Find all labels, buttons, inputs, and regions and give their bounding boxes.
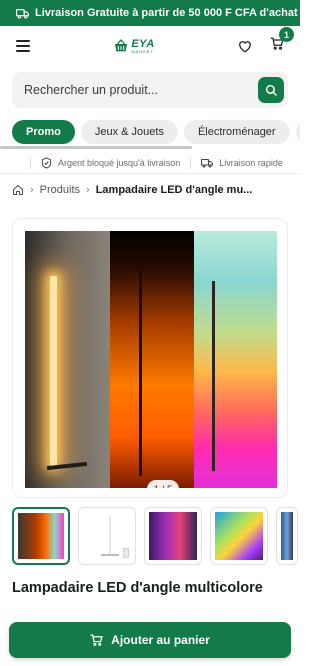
cart-icon bbox=[90, 634, 103, 646]
trust-item-escrow: Argent bloqué jusqu'à livraison bbox=[41, 157, 180, 169]
chevron-right-icon: › bbox=[86, 184, 90, 196]
category-chip-jeux-jouets[interactable]: Jeux & Jouets bbox=[80, 120, 178, 144]
lamp-bar bbox=[212, 281, 215, 471]
trust-escrow-label: Argent bloqué jusqu'à livraison bbox=[58, 158, 181, 168]
lamp-bar bbox=[50, 276, 57, 466]
logo-subtitle: MARKET bbox=[131, 48, 155, 54]
search-button[interactable] bbox=[258, 77, 284, 103]
add-to-cart-button[interactable]: Ajouter au panier bbox=[9, 622, 291, 658]
lamp-bar bbox=[139, 271, 142, 476]
truck-icon bbox=[201, 158, 214, 168]
add-to-cart-label: Ajouter au panier bbox=[111, 633, 210, 647]
search-input[interactable]: Rechercher un produit... bbox=[24, 83, 258, 97]
basket-logo-icon bbox=[115, 38, 128, 52]
chevron-right-icon: › bbox=[30, 184, 34, 196]
site-header: EYA MARKET 1 bbox=[0, 26, 300, 66]
breadcrumb-current: Lampadaire LED d'angle mu... bbox=[95, 184, 253, 196]
photo-panel-orange bbox=[110, 231, 194, 488]
divider bbox=[0, 173, 300, 174]
thumbnail-2[interactable] bbox=[78, 507, 136, 565]
thumbnail-5[interactable] bbox=[276, 507, 298, 565]
thumbnail-4[interactable] bbox=[210, 507, 268, 565]
trust-bar: Argent bloqué jusqu'à livraison Livraiso… bbox=[0, 154, 300, 172]
photo-panel-rainbow bbox=[194, 231, 277, 488]
promo-banner: Livraison Gratuite à partir de 50 000 F … bbox=[0, 0, 300, 26]
category-chips: Promo Jeux & Jouets Électroménager Vi bbox=[12, 120, 300, 146]
promo-text: Livraison Gratuite à partir de 50 000 F … bbox=[35, 7, 298, 19]
image-pager: 1 / 5 bbox=[147, 480, 179, 488]
shield-check-icon bbox=[41, 157, 52, 169]
sticky-cta-bar: Ajouter au panier bbox=[0, 610, 300, 666]
search-icon bbox=[265, 84, 277, 96]
product-gallery: 1 / 5 bbox=[12, 218, 288, 498]
cart-count-badge: 1 bbox=[279, 27, 294, 42]
menu-icon[interactable] bbox=[16, 40, 30, 52]
logo-name: EYA bbox=[131, 37, 155, 50]
thumbnail-3[interactable] bbox=[144, 507, 202, 565]
logo[interactable]: EYA MARKET bbox=[113, 38, 154, 54]
heart-icon[interactable] bbox=[238, 40, 252, 53]
thumbnail-strip bbox=[12, 507, 300, 565]
trust-delivery-label: Livraison rapide bbox=[219, 158, 283, 168]
home-icon[interactable] bbox=[12, 184, 24, 196]
cart-button[interactable]: 1 bbox=[270, 27, 294, 55]
divider bbox=[30, 157, 31, 169]
category-chip-partial[interactable]: Vi bbox=[295, 120, 300, 144]
trust-item-delivery: Livraison rapide bbox=[201, 158, 283, 168]
photo-panel-warm bbox=[25, 231, 110, 488]
category-scrollbar[interactable] bbox=[0, 146, 192, 149]
category-chip-promo[interactable]: Promo bbox=[12, 120, 75, 144]
search-bar: Rechercher un produit... bbox=[12, 72, 288, 108]
product-main-image[interactable]: 1 / 5 bbox=[25, 231, 277, 488]
breadcrumb-products[interactable]: Produits bbox=[40, 184, 80, 196]
category-chip-electromenager[interactable]: Électroménager bbox=[183, 120, 290, 144]
divider bbox=[190, 157, 192, 169]
breadcrumb: › Produits › Lampadaire LED d'angle mu..… bbox=[12, 182, 292, 198]
product-title: Lampadaire LED d'angle multicolore bbox=[12, 580, 263, 596]
thumbnail-1[interactable] bbox=[12, 507, 70, 565]
truck-icon bbox=[16, 8, 29, 19]
